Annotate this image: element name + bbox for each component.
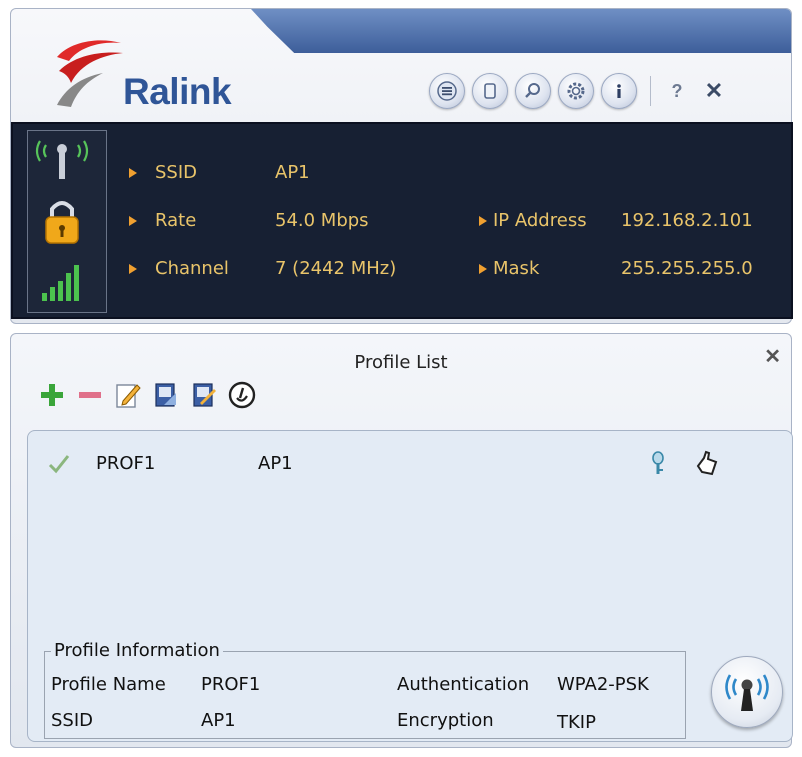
ip-row: IP Address	[477, 210, 587, 231]
panel-title: Profile List	[354, 352, 448, 373]
remove-icon	[79, 392, 101, 398]
edit-profile-button[interactable]	[111, 378, 145, 412]
wireless-antenna-icon	[725, 674, 769, 711]
import-icon	[155, 383, 176, 407]
encryption-label: Encryption	[397, 710, 494, 731]
page-icon	[484, 83, 496, 99]
channel-value: 7 (2442 MHz)	[275, 258, 397, 279]
wireless-connect-button[interactable]	[711, 656, 783, 728]
title-bar	[251, 9, 791, 53]
rate-value: 54.0 Mbps	[275, 210, 369, 231]
profile-list: PROF1 AP1 Profile Information Profile Na…	[27, 430, 793, 742]
top-toolbar: ? ✕	[429, 71, 729, 111]
status-icon-column	[27, 130, 107, 313]
list-icon	[437, 81, 457, 101]
rate-row: Rate	[127, 210, 196, 231]
mask-value: 255.255.255.0	[621, 258, 753, 279]
import-profile-button[interactable]	[149, 378, 183, 412]
connect-hand-icon	[696, 450, 718, 476]
authentication-value: WPA2-PSK	[557, 674, 649, 695]
channel-label: Channel	[155, 258, 229, 279]
bullet-icon	[129, 167, 137, 178]
bullet-icon	[479, 215, 487, 226]
page-button[interactable]	[472, 73, 508, 109]
ssid-row: SSID	[127, 162, 197, 183]
key-icon	[652, 451, 664, 474]
activate-profile-button[interactable]	[225, 378, 259, 412]
close-button[interactable]: ✕	[699, 78, 729, 104]
check-icon	[48, 455, 70, 474]
mask-label: Mask	[493, 258, 540, 279]
brand-name: Ralink	[123, 71, 232, 112]
signal-strength-icon	[42, 265, 79, 301]
search-icon	[525, 83, 540, 98]
profile-name-value: PROF1	[201, 674, 261, 695]
ssid-value: AP1	[275, 162, 310, 183]
edit-icon	[116, 384, 141, 408]
encryption-value: TKIP	[557, 712, 596, 733]
profile-name: PROF1	[96, 453, 156, 474]
panel-close-button[interactable]: ✕	[764, 344, 781, 369]
profile-info-legend: Profile Information	[51, 640, 223, 661]
ssid-value: AP1	[201, 710, 236, 731]
ralink-swoosh-icon	[57, 40, 123, 107]
bullet-icon	[129, 263, 137, 274]
antenna-icon	[35, 140, 89, 179]
authentication-label: Authentication	[397, 674, 530, 695]
export-profile-button[interactable]	[187, 378, 221, 412]
export-icon	[193, 383, 216, 407]
add-profile-button[interactable]	[35, 378, 69, 412]
rate-label: Rate	[155, 210, 197, 231]
activate-icon	[228, 381, 256, 409]
profile-list-item[interactable]: PROF1 AP1	[48, 450, 748, 481]
channel-row: Channel	[127, 258, 229, 279]
mask-row: Mask	[477, 258, 539, 279]
profile-list-panel: Profile List ✕ PROF1 AP1 Profile Informa…	[10, 333, 793, 748]
add-icon	[41, 384, 63, 406]
settings-button[interactable]	[558, 73, 594, 109]
connection-status-panel: SSID AP1 Rate 54.0 Mbps Channel 7 (2442 …	[11, 122, 793, 319]
ip-label: IP Address	[493, 210, 587, 231]
ip-value: 192.168.2.101	[621, 210, 753, 231]
ssid-label: SSID	[155, 162, 198, 183]
bullet-icon	[129, 215, 137, 226]
help-button[interactable]: ?	[666, 81, 688, 102]
profile-information-group: Profile Information Profile Name PROF1 A…	[44, 640, 686, 739]
profile-name-label: Profile Name	[51, 674, 166, 695]
status-icons	[35, 140, 89, 301]
info-icon	[617, 84, 621, 98]
remove-profile-button[interactable]	[73, 378, 107, 412]
ralink-logo: Ralink	[51, 27, 251, 117]
ssid-label: SSID	[51, 710, 94, 731]
gear-icon	[567, 82, 585, 100]
toolbar-separator	[650, 76, 651, 106]
profile-ssid: AP1	[258, 453, 293, 474]
list-button[interactable]	[429, 73, 465, 109]
lock-icon	[45, 201, 79, 244]
info-button[interactable]	[601, 73, 637, 109]
bullet-icon	[479, 263, 487, 274]
search-button[interactable]	[515, 73, 551, 109]
